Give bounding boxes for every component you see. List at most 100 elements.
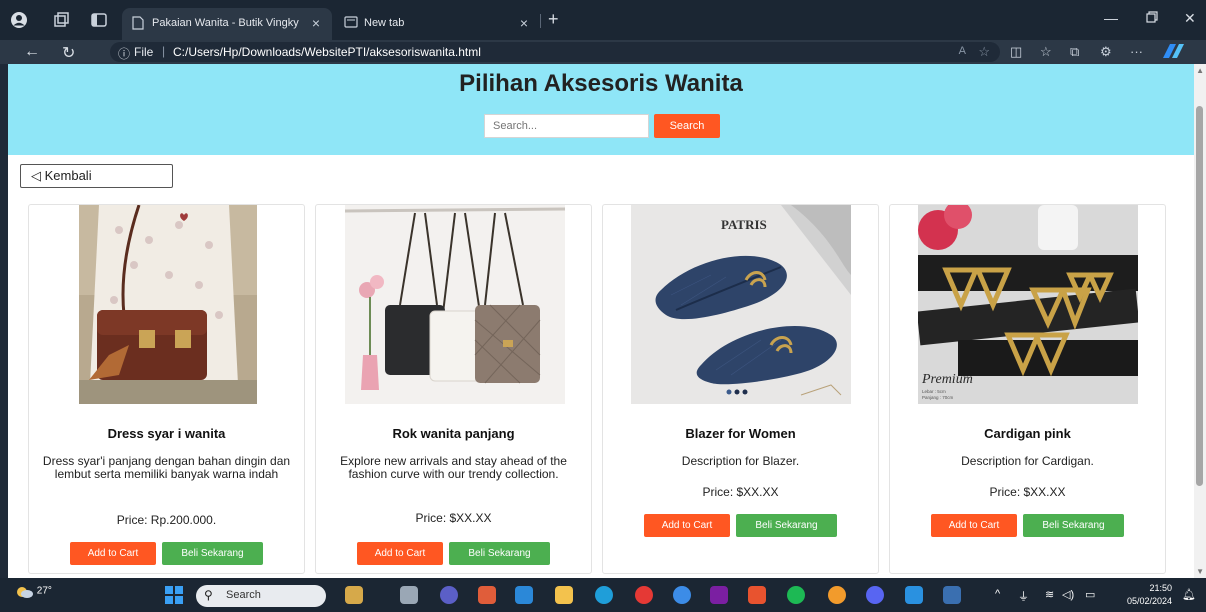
product-image-flats: PATRIS [631,205,851,404]
favorite-star-icon[interactable]: ☆ [978,44,990,60]
buy-now-button[interactable]: Beli Sekarang [1023,514,1124,537]
browser-window: Pakaian Wanita - Butik Vingky × New tab … [0,0,1206,612]
buy-now-button[interactable]: Beli Sekarang [449,542,550,565]
tab-butik-vingky[interactable]: Pakaian Wanita - Butik Vingky × [122,8,332,40]
discord-icon[interactable] [866,586,884,604]
opera-icon[interactable] [635,586,653,604]
volume-icon[interactable]: ◁) [1062,588,1074,601]
weather-widget[interactable]: 27° [14,584,52,598]
tab-bar: Pakaian Wanita - Butik Vingky × New tab … [0,0,1206,40]
product-description: Dress syar'i panjang dengan bahan dingin… [42,454,291,481]
tab-actions-icon[interactable] [90,11,108,29]
task-view-icon[interactable] [400,586,418,604]
product-card: Premium Lebar : 5cm Panjang : 70cm Cardi… [889,204,1166,574]
store-icon[interactable] [515,586,533,604]
product-image-dress [79,205,257,404]
product-price: Price: $XX.XX [702,485,779,499]
profile-icon[interactable] [10,11,28,29]
more-menu-icon[interactable]: ··· [1130,44,1143,59]
scroll-thumb[interactable] [1196,106,1203,486]
new-tab-button[interactable]: + [548,9,559,30]
product-card: Rok wanita panjang Explore new arrivals … [315,204,592,574]
back-arrow-icon[interactable]: ← [24,43,40,61]
start-icon[interactable] [165,586,183,604]
chevron-up-icon[interactable]: ^ [995,588,1000,600]
app-icon[interactable] [710,586,728,604]
page-scrollbar[interactable]: ▲ ▼ [1194,64,1206,578]
product-title: Rok wanita panjang [392,426,515,441]
size-label: Lebar : 5cm [922,389,946,394]
search-input[interactable] [484,114,649,138]
wifi-icon[interactable]: ≋ [1045,588,1054,601]
url-separator: | [162,44,166,58]
search-icon: ⚲ [204,588,213,602]
search-button[interactable]: Search [654,114,720,138]
restore-icon[interactable] [1146,10,1158,26]
chrome-icon[interactable] [828,586,846,604]
product-card: PATRIS Blazer for Women Description for … [602,204,879,574]
split-screen-icon[interactable]: ◫ [1010,44,1022,60]
url-scheme-label: File [134,45,154,59]
clock-date: 05/02/2024 [1126,596,1172,606]
tab-title: New tab [364,17,405,29]
copilot-icon[interactable] [1160,42,1186,63]
scroll-up-icon[interactable]: ▲ [1196,66,1204,75]
product-description: Description for Cardigan. [961,454,1094,468]
spotify-icon[interactable] [787,586,805,604]
product-image-bags [345,205,565,404]
buy-now-button[interactable]: Beli Sekarang [736,514,837,537]
product-price: Price: $XX.XX [415,511,492,525]
close-tab-icon[interactable]: × [312,15,320,31]
minimize-icon[interactable]: — [1104,10,1118,26]
favorites-icon[interactable]: ☆ [1040,44,1052,60]
back-button[interactable]: ◁ Kembali [20,164,173,188]
file-explorer-icon[interactable] [555,586,573,604]
add-to-cart-button[interactable]: Add to Cart [357,542,443,565]
battery-icon[interactable]: ▭ [1085,588,1095,601]
taskbar-search[interactable]: ⚲ Search [196,585,326,607]
notification-bell-icon[interactable]: 🔔︎ [1182,588,1196,601]
collections-icon[interactable]: ⧉ [1070,44,1079,60]
close-window-icon[interactable]: ✕ [1184,10,1196,27]
page-viewport: Pilihan Aksesoris Wanita Search ◁ Kembal… [8,64,1206,578]
info-icon[interactable]: ⓘ [118,45,130,62]
product-price: Price: Rp.200.000. [116,513,217,527]
product-card: Dress syar i wanita Dress syar'i panjang… [28,204,305,574]
product-image-belts: Premium Lebar : 5cm Panjang : 70cm [918,205,1138,404]
app-icon[interactable] [478,586,496,604]
taskbar-search-label: Search [226,589,261,601]
url-field[interactable]: ⓘ File | C:/Users/Hp/Downloads/WebsitePT… [110,42,1000,62]
extensions-icon[interactable]: ⚙ [1100,44,1112,60]
read-aloud-icon[interactable]: A [959,45,966,57]
office-icon[interactable] [748,586,766,604]
weather-temp: 27° [36,585,52,597]
chat-icon[interactable] [440,586,458,604]
length-label: Panjang : 70cm [922,395,954,400]
refresh-icon[interactable]: ↻ [62,43,75,63]
product-title: Dress syar i wanita [107,426,226,441]
app-icon[interactable] [943,586,961,604]
tab-new-tab[interactable]: New tab × [334,8,540,40]
add-to-cart-button[interactable]: Add to Cart [644,514,730,537]
tab-divider [540,14,541,28]
clock[interactable]: 21:50 05/02/2024 [1120,582,1172,608]
premium-label: Premium [921,372,973,387]
buy-now-button[interactable]: Beli Sekarang [162,542,263,565]
close-tab-icon[interactable]: × [520,15,528,31]
app-icon[interactable] [673,586,691,604]
address-bar: ← ↻ ⓘ File | C:/Users/Hp/Downloads/Websi… [0,40,1206,64]
add-to-cart-button[interactable]: Add to Cart [70,542,156,565]
scroll-down-icon[interactable]: ▼ [1196,567,1204,576]
taskbar: 27° ⚲ Search ^ ⏚ ≋ ◁) ▭ 21:50 05/02/2024… [0,578,1206,612]
url-text: C:/Users/Hp/Downloads/WebsitePTI/aksesor… [173,45,481,59]
add-to-cart-button[interactable]: Add to Cart [931,514,1017,537]
mic-icon[interactable]: ⏚ [1018,588,1029,604]
tab-title: Pakaian Wanita - Butik Vingky [152,17,299,29]
workspaces-icon[interactable] [52,11,70,29]
widgets-icon[interactable] [345,586,363,604]
vscode-icon[interactable] [905,586,923,604]
edge-icon[interactable] [595,586,613,604]
page-title: Pilihan Aksesoris Wanita [459,70,743,97]
new-tab-page-icon [344,16,358,31]
product-price: Price: $XX.XX [989,485,1066,499]
